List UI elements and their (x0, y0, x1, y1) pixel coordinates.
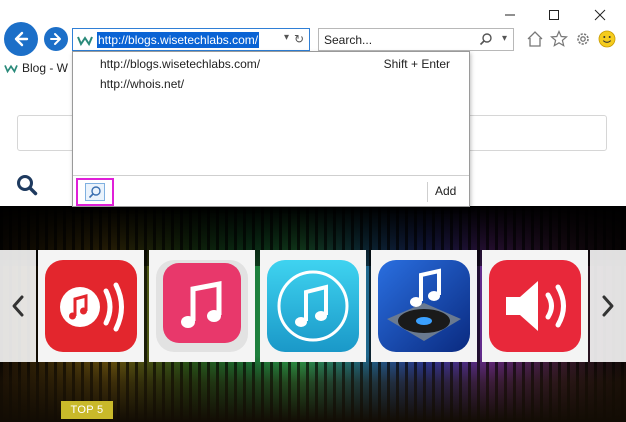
address-autocomplete-dropdown: http://blogs.wisetechlabs.com/ Shift + E… (72, 51, 470, 207)
carousel-prev-button[interactable] (0, 250, 36, 362)
carousel-next-button[interactable] (590, 250, 626, 362)
arrow-left-icon (14, 31, 29, 47)
carousel-card[interactable] (260, 250, 366, 362)
itunes-icon (156, 260, 248, 352)
footer-divider (427, 182, 428, 202)
app-carousel (0, 250, 626, 362)
maximize-button[interactable] (534, 4, 574, 26)
search-icon[interactable] (16, 174, 38, 196)
autocomplete-item[interactable]: http://whois.net/ (73, 74, 469, 94)
music-note-circle-icon (267, 260, 359, 352)
search-provider-button[interactable] (76, 178, 114, 206)
chevron-left-icon (12, 295, 24, 317)
back-button[interactable] (4, 22, 38, 56)
search-dropdown-icon[interactable]: ▾ (502, 33, 507, 44)
speaker-volume-icon (489, 260, 581, 352)
chevron-right-icon (602, 295, 614, 317)
autocomplete-item[interactable]: http://blogs.wisetechlabs.com/ Shift + E… (73, 54, 469, 74)
close-icon (594, 9, 606, 21)
autocomplete-item-shortcut: Shift + Enter (383, 57, 450, 71)
top-five-badge: TOP 5 (61, 401, 113, 419)
tab-title: Blog - W (22, 61, 69, 75)
carousel-card[interactable] (38, 250, 144, 362)
dj-turntable-icon (378, 260, 470, 352)
star-icon (550, 30, 568, 47)
settings-button[interactable] (573, 29, 593, 49)
autocomplete-footer: Add (73, 175, 469, 206)
forward-button[interactable] (44, 27, 68, 51)
search-icon (88, 186, 101, 199)
close-button[interactable] (580, 4, 620, 26)
browser-titlebar: http://blogs.wisetechlabs.com/ ▾ ↻ Searc… (0, 0, 626, 58)
favorites-button[interactable] (549, 29, 569, 49)
arrow-right-icon (50, 33, 61, 45)
autocomplete-item-url: http://whois.net/ (100, 77, 185, 91)
carousel-card[interactable] (482, 250, 588, 362)
address-url[interactable]: http://blogs.wisetechlabs.com/ (97, 31, 260, 48)
music-radio-icon (45, 260, 137, 352)
search-icon[interactable] (479, 32, 493, 46)
search-placeholder[interactable]: Search... (324, 33, 372, 47)
address-dropdown-icon[interactable]: ▾ (284, 32, 289, 43)
home-icon (527, 31, 543, 47)
autocomplete-item-url: http://blogs.wisetechlabs.com/ (100, 57, 261, 71)
maximize-icon (549, 10, 559, 20)
search-box[interactable]: Search... ▾ (318, 28, 514, 51)
add-search-provider-button[interactable]: Add (435, 184, 456, 198)
smiley-icon (598, 30, 616, 48)
address-bar[interactable]: http://blogs.wisetechlabs.com/ ▾ ↻ (72, 28, 310, 51)
carousel-card[interactable] (149, 250, 255, 362)
feedback-button[interactable] (597, 29, 617, 49)
home-button[interactable] (525, 29, 545, 49)
site-favicon-icon (77, 35, 93, 46)
site-favicon-icon (4, 64, 18, 74)
gear-icon (577, 33, 589, 45)
minimize-icon (505, 14, 515, 16)
carousel-card[interactable] (371, 250, 477, 362)
minimize-button[interactable] (490, 4, 530, 26)
tab-blog[interactable]: Blog - W (4, 58, 68, 78)
refresh-icon[interactable]: ↻ (294, 32, 304, 46)
